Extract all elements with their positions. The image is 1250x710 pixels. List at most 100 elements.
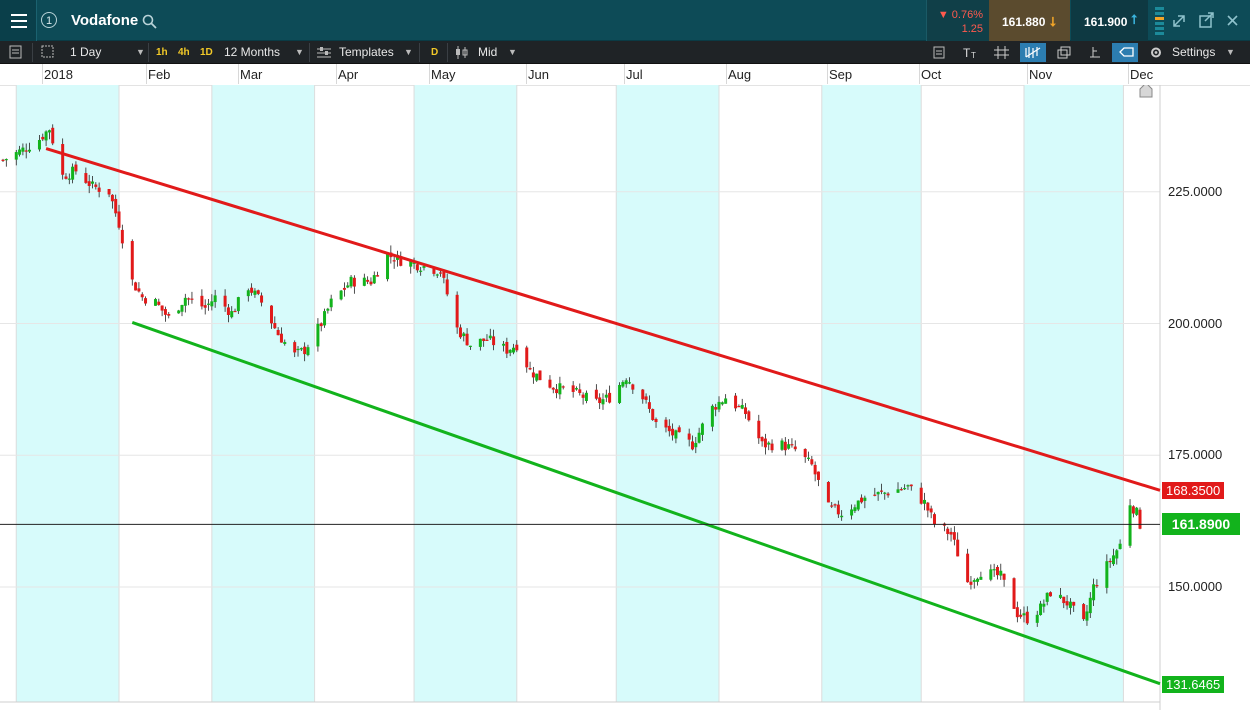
month-tick: [919, 64, 920, 84]
candle-body: [203, 305, 207, 308]
candle-body: [160, 305, 164, 311]
depth-bars-icon[interactable]: [1155, 7, 1164, 35]
candle-body: [929, 508, 933, 513]
candlestick-type-icon[interactable]: [451, 43, 477, 62]
candle-body: [737, 405, 741, 408]
candle-body: [833, 504, 837, 506]
layers-icon[interactable]: [1052, 43, 1078, 62]
month-label: Mar: [240, 67, 263, 82]
candle-body: [744, 407, 748, 415]
candle-body: [969, 581, 973, 585]
hamburger-icon: [11, 14, 27, 16]
candle-body: [780, 440, 784, 450]
candle-body: [863, 497, 867, 501]
month-band: [16, 85, 120, 702]
popout-icon[interactable]: [1199, 12, 1214, 28]
candle-body: [44, 131, 48, 141]
search-icon[interactable]: [142, 14, 158, 30]
chevron-down-icon[interactable]: ▼: [508, 44, 517, 61]
candle-body: [283, 342, 287, 344]
candle-body: [316, 323, 320, 347]
templates-button[interactable]: Templates: [339, 44, 394, 61]
chevron-down-icon[interactable]: ▼: [1226, 44, 1235, 61]
candle-body: [1065, 601, 1069, 606]
candle-body: [899, 489, 903, 491]
candle-body: [720, 402, 724, 405]
grid-icon[interactable]: [990, 43, 1016, 62]
indicators-icon[interactable]: [928, 43, 954, 62]
month-tick: [1027, 64, 1028, 84]
candle-body: [270, 305, 274, 324]
candle-body: [349, 276, 353, 287]
candle-body: [462, 333, 466, 337]
interval-1d[interactable]: 1D: [200, 44, 213, 61]
candle-body: [442, 271, 446, 278]
candle-body: [236, 297, 240, 312]
candle-body: [628, 382, 632, 384]
candle-body: [74, 164, 78, 172]
candle-body: [4, 159, 8, 161]
price-chart[interactable]: [0, 85, 1250, 710]
chevron-down-icon[interactable]: ▼: [295, 44, 304, 61]
candle-body: [144, 298, 148, 304]
candle-body: [260, 295, 264, 303]
candle-body: [923, 499, 927, 504]
candle-body: [687, 433, 691, 440]
buy-price-button[interactable]: 161.900 ⭡: [1071, 0, 1148, 41]
price-change: ▼ 0.76% 1.25: [926, 0, 989, 41]
chart-toolbar: 1 Day ▼ 1h 4h 1D 12 Months ▼ Templates ▼…: [0, 41, 1250, 64]
expand-icon[interactable]: [1173, 15, 1185, 27]
chevron-down-icon[interactable]: ▼: [136, 44, 145, 61]
candle-body: [760, 437, 764, 442]
text-size-icon[interactable]: TT: [958, 43, 984, 62]
candle-body: [352, 277, 356, 287]
info-circle-icon[interactable]: 1: [41, 12, 57, 28]
candle-body: [1048, 592, 1052, 597]
interval-select[interactable]: 1 Day: [70, 44, 101, 61]
candle-body: [296, 348, 300, 351]
top-header: 1 Vodafone ▼ 0.76% 1.25 161.880 ⭣ 161.90…: [0, 0, 1250, 41]
gear-icon[interactable]: [1147, 43, 1173, 62]
close-icon[interactable]: [1227, 15, 1238, 26]
month-label: Feb: [148, 67, 171, 82]
candle-body: [386, 253, 390, 280]
candle-body: [153, 299, 157, 306]
month-tick: [526, 64, 527, 84]
interval-4h[interactable]: 4h: [178, 44, 190, 61]
candle-body: [856, 500, 860, 510]
candle-body: [555, 389, 559, 394]
alert-icon[interactable]: [1084, 43, 1110, 62]
range-select[interactable]: 12 Months: [224, 44, 280, 61]
price-type-select[interactable]: Mid: [478, 44, 497, 61]
month-label: 2018: [44, 67, 73, 82]
settings-button[interactable]: Settings: [1172, 44, 1215, 61]
candle-body: [250, 287, 254, 293]
candle-body: [793, 446, 797, 450]
chevron-down-icon[interactable]: ▼: [404, 44, 413, 61]
layout-icon[interactable]: [38, 43, 64, 62]
candle-body: [767, 442, 771, 445]
instrument-name[interactable]: Vodafone: [71, 12, 138, 29]
main-menu-button[interactable]: [0, 0, 37, 41]
candle-body: [651, 409, 655, 420]
d-badge[interactable]: D: [431, 44, 438, 61]
candle-body: [342, 287, 346, 290]
candle-body: [468, 345, 472, 347]
candle-body: [803, 448, 807, 458]
candle-body: [724, 398, 728, 404]
candle-body: [734, 395, 738, 409]
change-value: 1.25: [961, 23, 983, 35]
templates-icon[interactable]: [313, 43, 339, 62]
sell-price-button[interactable]: 161.880 ⭣: [989, 0, 1070, 41]
candle-body: [690, 441, 694, 450]
candle-body: [392, 260, 396, 262]
interval-1h[interactable]: 1h: [156, 44, 168, 61]
candle-body: [548, 379, 552, 388]
list-icon[interactable]: [5, 43, 31, 62]
candle-body: [525, 347, 529, 368]
drawing-tools-icon[interactable]: [1020, 43, 1046, 62]
candle-body: [71, 166, 75, 180]
month-label: Jun: [528, 67, 549, 82]
tag-icon[interactable]: [1112, 43, 1138, 62]
candle-body: [876, 491, 880, 495]
